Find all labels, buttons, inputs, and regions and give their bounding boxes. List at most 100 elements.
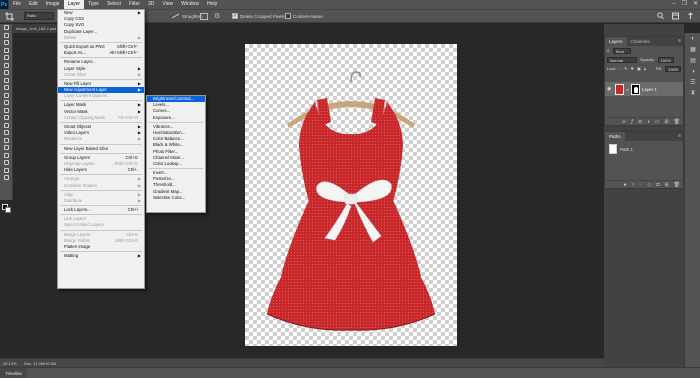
trash-icon[interactable]: 🗑︎ xyxy=(674,118,680,125)
menu-edit[interactable]: Edit xyxy=(25,0,42,9)
layer-mask-thumbnail[interactable] xyxy=(630,83,640,95)
folder-icon[interactable]: ▭ xyxy=(655,118,660,125)
crop-tool-icon[interactable] xyxy=(0,54,13,62)
tab-layers[interactable]: Layers xyxy=(605,37,627,46)
menu-view[interactable]: View xyxy=(158,0,177,9)
more-tools-icon[interactable] xyxy=(0,174,13,182)
menu-item-label: Group Layers xyxy=(64,154,91,160)
delete-cropped-checkbox[interactable]: ✓ Delete Cropped Pixels xyxy=(232,13,285,19)
menu-item-exposure[interactable]: Exposure... xyxy=(147,115,205,121)
menu-select[interactable]: Select xyxy=(103,0,125,9)
fill-field[interactable]: 100% xyxy=(665,65,681,72)
healing-brush-icon[interactable] xyxy=(0,69,13,77)
add-mask-icon[interactable]: ◘ xyxy=(639,118,642,125)
adjustment-icon[interactable]: ◑ xyxy=(647,118,650,125)
menu-item-matting[interactable]: Matting ▶ xyxy=(58,253,144,259)
panel-menu-icon[interactable]: ≡ xyxy=(678,37,683,46)
menu-item-new-layer-based-slice[interactable]: New Layer Based Slice xyxy=(58,146,144,152)
blend-mode-select[interactable]: Normal xyxy=(607,56,637,63)
menu-item-label: Video Layers xyxy=(64,130,90,136)
quick-select-tool-icon[interactable] xyxy=(0,47,13,55)
fill-path-icon[interactable]: ● xyxy=(624,181,627,188)
gradient-tool-icon[interactable] xyxy=(0,107,13,115)
document-canvas[interactable] xyxy=(245,44,457,346)
menu-item-color-lookup[interactable]: Color Lookup... xyxy=(147,161,205,167)
stroke-path-icon[interactable]: ○ xyxy=(632,181,635,188)
history-brush-icon[interactable] xyxy=(0,92,13,100)
menu-item-lock-layers[interactable]: Lock Layers... Ctrl+/ xyxy=(58,207,144,213)
menu-window[interactable]: Window xyxy=(177,0,203,9)
adjustments-panel-icon[interactable]: ◑ xyxy=(685,66,700,77)
path-row[interactable]: Path 1 xyxy=(605,141,683,157)
layer-name[interactable]: Layer 1 xyxy=(642,87,657,92)
menu-item-label: Merge Layers xyxy=(64,231,91,237)
minimize-icon[interactable]: – xyxy=(672,0,675,9)
zoom-tool-icon[interactable] xyxy=(0,167,13,175)
swatches-panel-icon[interactable]: ▦ xyxy=(685,44,700,55)
menu-item-hide-layers[interactable]: Hide Layers Ctrl+, xyxy=(58,167,144,173)
make-path-icon[interactable]: ◇ xyxy=(648,181,652,188)
kind-select[interactable]: Kind xyxy=(612,47,631,54)
color-panel-icon[interactable]: ◐ xyxy=(685,33,700,44)
history-panel-icon[interactable]: ⧗ xyxy=(685,88,700,99)
pen-tool-icon[interactable] xyxy=(0,129,13,137)
trash-icon[interactable]: 🗑︎ xyxy=(674,181,680,188)
menu-3d[interactable]: 3D xyxy=(144,0,158,9)
share-icon[interactable] xyxy=(687,12,694,20)
marquee-tool-icon[interactable] xyxy=(0,32,13,40)
crop-tool-icon[interactable] xyxy=(2,10,16,22)
document-tab[interactable]: image_1mil_189.2.psd xyxy=(13,24,61,33)
brush-tool-icon[interactable] xyxy=(0,77,13,85)
eye-icon[interactable]: ◉ xyxy=(607,86,613,92)
overlay-grid-icon[interactable] xyxy=(200,13,208,20)
new-path-icon[interactable]: ⊞ xyxy=(664,181,668,188)
menu-items: File Edit Image Layer Type Select Filter 3D View… xyxy=(9,0,221,9)
path-name[interactable]: Path 1 xyxy=(620,147,633,152)
menu-item-export-as[interactable]: Export As... Alt+Shift+Ctrl+' xyxy=(58,50,144,56)
opacity-field[interactable]: 100% xyxy=(657,56,674,63)
menu-filter[interactable]: Filter xyxy=(125,0,144,9)
eyedropper-tool-icon[interactable] xyxy=(0,62,13,70)
rectangle-tool-icon[interactable] xyxy=(0,152,13,160)
layer-row[interactable]: ◉ ∞ Layer 1 xyxy=(605,82,683,96)
hand-tool-icon[interactable] xyxy=(0,159,13,167)
lock-icons[interactable]: ▫ ✎ ✥ ▣ 🔒︎ xyxy=(620,66,647,71)
submenu-arrow-icon: ▶ xyxy=(137,136,141,142)
restore-icon[interactable]: ❐ xyxy=(682,0,687,9)
lasso-tool-icon[interactable] xyxy=(0,39,13,47)
clone-stamp-icon[interactable] xyxy=(0,84,13,92)
type-tool-icon[interactable] xyxy=(0,137,13,145)
move-tool-icon[interactable] xyxy=(0,24,13,32)
menu-item-smart-filter: Smart Filter ▶ xyxy=(58,72,144,78)
tab-paths[interactable]: Paths xyxy=(605,132,625,141)
panel-menu-icon[interactable]: ≡ xyxy=(678,132,683,141)
search-icon[interactable] xyxy=(657,12,664,20)
background-color-swatch[interactable] xyxy=(5,207,11,213)
properties-panel-icon[interactable]: ☰ xyxy=(685,77,700,88)
menu-item-flatten-image[interactable]: Flatten Image xyxy=(58,244,144,250)
gear-icon[interactable]: ⚙ xyxy=(214,12,220,20)
menu-item-selective-color[interactable]: Selective Color... xyxy=(147,195,205,201)
fx-icon[interactable]: ƒ xyxy=(631,118,634,125)
menu-image[interactable]: Image xyxy=(42,0,64,9)
add-mask-icon[interactable]: ◘ xyxy=(656,181,659,188)
ratio-select[interactable]: Ratio xyxy=(24,12,54,20)
workspace-icon[interactable] xyxy=(672,12,679,20)
blur-tool-icon[interactable] xyxy=(0,114,13,122)
eraser-tool-icon[interactable] xyxy=(0,99,13,107)
menu-help[interactable]: Help xyxy=(203,0,221,9)
straighten-button[interactable]: Straighten xyxy=(172,13,203,19)
menu-file[interactable]: File xyxy=(9,0,25,9)
menu-layer[interactable]: Layer xyxy=(63,0,85,9)
new-layer-icon[interactable]: ⊞ xyxy=(664,118,668,125)
libraries-panel-icon[interactable]: ▤ xyxy=(685,55,700,66)
load-selection-icon[interactable]: ◌ xyxy=(640,181,643,188)
close-icon[interactable]: ✕ xyxy=(693,0,698,9)
content-aware-checkbox[interactable]: Content-Aware xyxy=(285,13,323,19)
link-layers-icon[interactable]: ∞ xyxy=(622,118,626,125)
dodge-tool-icon[interactable] xyxy=(0,122,13,130)
timeline-tab[interactable]: Timeline xyxy=(0,368,27,378)
menu-type[interactable]: Type xyxy=(84,0,103,9)
tab-channels[interactable]: Channels xyxy=(627,37,654,46)
path-select-tool-icon[interactable] xyxy=(0,144,13,152)
